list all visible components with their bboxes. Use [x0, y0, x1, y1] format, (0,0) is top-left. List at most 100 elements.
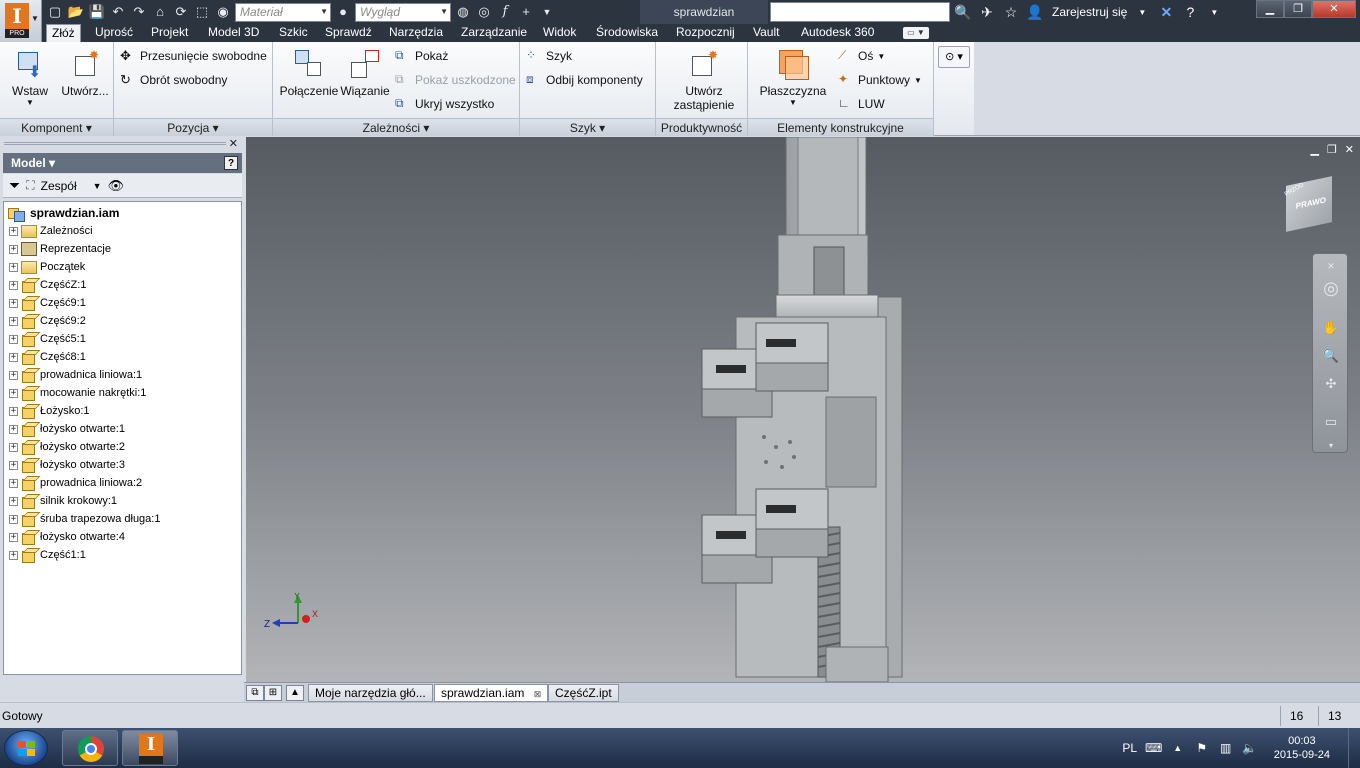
panel-label-produktywnosc[interactable]: Produktywność	[656, 118, 747, 136]
signin-link[interactable]: Zarejestruj się	[1052, 5, 1127, 19]
expand-icon[interactable]: +	[9, 280, 18, 290]
tree-item[interactable]: + prowadnica liniowa:1	[4, 366, 142, 384]
panel-label-komponent[interactable]: Komponent ▾	[0, 118, 113, 136]
tree-item[interactable]: + CzęśćZ:1	[4, 276, 86, 294]
minimize-icon[interactable]: ▁	[1256, 0, 1284, 18]
ribbon-display-toggle[interactable]: ▭ ▼	[903, 27, 929, 39]
steering-wheel-icon[interactable]: ◎	[1321, 278, 1341, 298]
obrot-button[interactable]: ↻ Obrót swobodny	[120, 70, 227, 90]
close-icon[interactable]: ✕	[229, 137, 238, 150]
tree-item[interactable]: + Część8:1	[4, 348, 86, 366]
cascade-icon[interactable]: ⧉	[246, 685, 264, 701]
volume-icon[interactable]: 🔈	[1240, 741, 1260, 755]
chevron-down-icon[interactable]: ▼	[1205, 8, 1223, 17]
expand-icon[interactable]: +	[9, 352, 18, 362]
tree-item[interactable]: + Reprezentacje	[4, 240, 111, 258]
tree-item[interactable]: + łożysko otwarte:4	[4, 528, 125, 546]
expand-icon[interactable]: +	[9, 316, 18, 326]
star-icon[interactable]: ☆	[1002, 4, 1020, 21]
add-icon[interactable]: +	[517, 3, 535, 21]
expand-icon[interactable]: +	[9, 262, 18, 272]
tab-autodesk-360[interactable]: Autodesk 360	[796, 24, 879, 42]
undo-icon[interactable]: ↶	[109, 3, 127, 21]
browser-header[interactable]: Model ▾ ?	[3, 153, 242, 173]
tree-item[interactable]: + łożysko otwarte:2	[4, 438, 125, 456]
wstaw-button[interactable]: ⬇ Wstaw ▼	[8, 48, 52, 107]
tree-item[interactable]: + łożysko otwarte:3	[4, 456, 125, 474]
close-icon[interactable]: ✕	[1312, 0, 1356, 18]
tab-model-3d[interactable]: Model 3D	[203, 24, 264, 42]
punktowy-button[interactable]: ✦ Punktowy ▼	[838, 70, 922, 90]
tab-vault[interactable]: Vault	[748, 24, 784, 42]
look-at-icon[interactable]: ▭	[1321, 412, 1341, 432]
application-menu-button[interactable]: I PRO ▼	[0, 0, 42, 42]
szyk-button[interactable]: ⁘ Szyk	[526, 46, 572, 66]
action-center-icon[interactable]: ⚑	[1192, 741, 1212, 755]
zoom-icon[interactable]: 🔍	[1321, 346, 1341, 366]
expand-icon[interactable]: +	[9, 388, 18, 398]
color-icon[interactable]: ◉	[214, 3, 232, 21]
tree-item[interactable]: + Początek	[4, 258, 85, 276]
tree-item[interactable]: + Część5:1	[4, 330, 86, 348]
keyboard-icon[interactable]: ⌨	[1144, 741, 1164, 755]
ukryj-wszystko-button[interactable]: ⧉ Ukryj wszystko	[395, 94, 494, 114]
function-icon[interactable]: f	[496, 3, 514, 21]
pokaz-uszkodzone-button[interactable]: ⧉ Pokaż uszkodzone	[395, 70, 516, 90]
tab-projekt[interactable]: Projekt	[146, 24, 193, 42]
panel-label-elementy[interactable]: Elementy konstrukcyjne	[748, 118, 933, 136]
plaszczyzna-button[interactable]: Płaszczyzna ▼	[758, 48, 828, 107]
tree-item[interactable]: + Łożysko:1	[4, 402, 90, 420]
network-icon[interactable]: ▥	[1216, 741, 1236, 755]
expand-icon[interactable]: +	[9, 442, 18, 452]
new-file-icon[interactable]: ▢	[46, 3, 64, 21]
chevron-down-icon[interactable]: ▼	[93, 181, 102, 191]
tab-sprawdz[interactable]: Sprawdź	[320, 24, 377, 42]
open-documents-icon[interactable]: ▲	[286, 685, 304, 701]
search-icon[interactable]: 🔍	[954, 4, 972, 21]
expand-icon[interactable]: +	[9, 532, 18, 542]
tab-zarzadzanie[interactable]: Zarządzanie	[456, 24, 532, 42]
select-icon[interactable]: ⬚	[193, 3, 211, 21]
tab-zloz[interactable]: Złóż	[46, 24, 81, 42]
doc-tab-moje-narzedzia[interactable]: Moje narzędzia głó...	[308, 684, 433, 702]
luw-button[interactable]: ∟ LUW	[838, 94, 885, 114]
tab-narzedzia[interactable]: Narzędzia	[384, 24, 448, 42]
przesuniecie-button[interactable]: ✥ Przesunięcie swobodne	[120, 46, 267, 66]
tree-item[interactable]: + śruba trapezowa długa:1	[4, 510, 160, 528]
redo-icon[interactable]: ↷	[130, 3, 148, 21]
tree-item[interactable]: + prowadnica liniowa:2	[4, 474, 142, 492]
browser-view-label[interactable]: Zespół	[41, 179, 77, 193]
show-desktop-button[interactable]	[1348, 728, 1360, 768]
doc-tab-sprawdzian[interactable]: sprawdzian.iam ⊠	[434, 684, 549, 702]
search-input[interactable]	[770, 2, 950, 22]
panel-label-szyk[interactable]: Szyk ▾	[520, 118, 655, 136]
tab-rozpocznij[interactable]: Rozpocznij	[671, 24, 740, 42]
expand-icon[interactable]: +	[9, 334, 18, 344]
wiazanie-button[interactable]: Wiązanie	[337, 48, 393, 98]
expand-icon[interactable]: +	[9, 298, 18, 308]
tab-widok[interactable]: Widok	[538, 24, 581, 42]
expand-icon[interactable]: +	[9, 514, 18, 524]
panel-label-pozycja[interactable]: Pozycja ▾	[114, 118, 272, 136]
home-icon[interactable]: ⌂	[151, 3, 169, 21]
save-icon[interactable]: 💾	[88, 3, 106, 21]
os-button[interactable]: ⟋ Oś ▼	[838, 46, 885, 66]
tree-item[interactable]: + Część9:1	[4, 294, 86, 312]
pan-icon[interactable]: ✋	[1321, 318, 1341, 338]
chevron-down-icon[interactable]: ▼	[1133, 8, 1151, 17]
exchange-icon[interactable]: ✕	[1157, 4, 1175, 21]
tree-item[interactable]: + mocowanie nakrętki:1	[4, 384, 146, 402]
subscription-icon[interactable]: ✈	[978, 4, 996, 21]
language-indicator[interactable]: PL	[1120, 741, 1140, 755]
tree-item[interactable]: + Część9:2	[4, 312, 86, 330]
panel-label-zaleznosci[interactable]: Zależności ▾	[273, 118, 519, 136]
expand-icon[interactable]: +	[9, 478, 18, 488]
tray-expand-icon[interactable]: ▲	[1168, 743, 1188, 753]
graphics-viewport[interactable]: ▁ ❐ ✕ PRAWO PRZÓD ✕ ◎ ✋ 🔍 ✣ ▭ ▾ Z Y X	[246, 137, 1360, 682]
expand-icon[interactable]: +	[9, 496, 18, 506]
utworz-zastapienie-button[interactable]: ✸ Utwórz zastąpienie	[666, 48, 742, 112]
tree-root[interactable]: sprawdzian.iam	[8, 204, 119, 222]
clock[interactable]: 00:03 2015-09-24	[1274, 734, 1330, 762]
tree-item[interactable]: + łożysko otwarte:1	[4, 420, 125, 438]
customize-qat-icon[interactable]: ▼	[538, 3, 556, 21]
